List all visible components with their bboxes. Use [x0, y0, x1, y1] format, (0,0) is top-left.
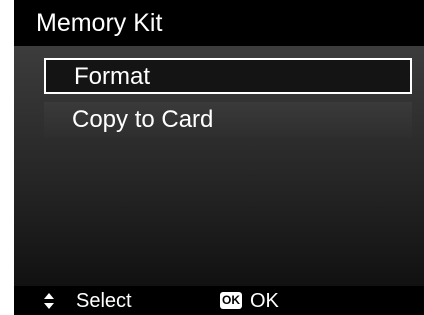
- menu-item-copy-to-card[interactable]: Copy to Card: [44, 102, 412, 138]
- ok-hint-label: OK: [250, 290, 279, 312]
- up-down-arrows-icon: [44, 293, 54, 309]
- menu-item-label: Format: [74, 63, 151, 90]
- select-hint-label: Select: [76, 290, 132, 312]
- menu-header: Memory Kit: [14, 0, 424, 46]
- menu-title: Memory Kit: [36, 9, 163, 37]
- menu-item-format[interactable]: Format: [44, 58, 412, 94]
- button-hint-bar: Select OK OK: [14, 286, 424, 315]
- camera-menu-screen: Memory Kit Format Copy to Card Select OK…: [0, 0, 424, 315]
- ok-button-icon: OK: [220, 292, 242, 309]
- menu-list: Format Copy to Card: [14, 46, 424, 286]
- menu-item-label: Copy to Card: [72, 106, 214, 133]
